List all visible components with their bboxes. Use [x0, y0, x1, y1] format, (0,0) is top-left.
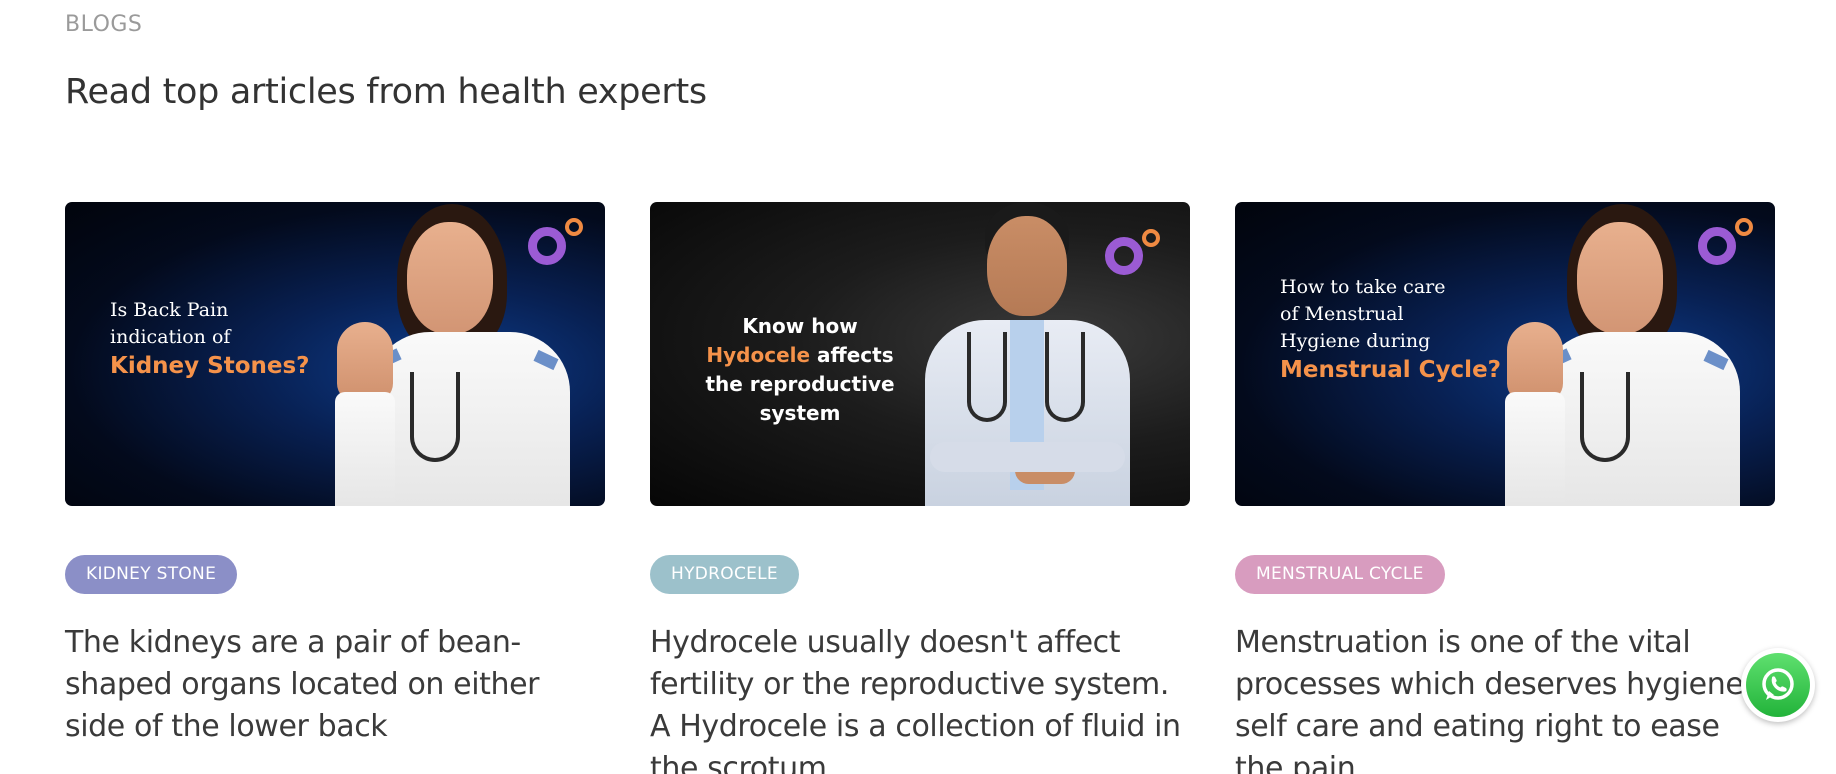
category-tag[interactable]: HYDROCELE	[650, 555, 799, 594]
image-caption-line: of Menstrual	[1280, 303, 1404, 325]
image-caption-line: Is Back Pain	[110, 299, 229, 321]
section-title: Read top articles from health experts	[65, 72, 707, 112]
category-tag[interactable]: MENSTRUAL CYCLE	[1235, 555, 1445, 594]
blog-card-image[interactable]: Know how Hydocele affects the reproducti…	[650, 202, 1190, 506]
blog-card-description[interactable]: Hydrocele usually doesn't affect fertili…	[650, 622, 1190, 774]
section-eyebrow: BLOGS	[65, 12, 143, 37]
image-caption-line: Hygiene during	[1280, 330, 1431, 352]
doctor-illustration	[315, 202, 605, 506]
doctor-illustration	[1485, 202, 1775, 506]
image-caption-highlight: Menstrual Cycle?	[1280, 357, 1502, 383]
whatsapp-icon	[1746, 653, 1810, 717]
image-caption-highlight: Kidney Stones?	[110, 353, 310, 379]
blog-card-description[interactable]: The kidneys are a pair of bean-shaped or…	[65, 622, 605, 748]
image-caption: Is Back Pain indication of Kidney Stones…	[110, 297, 310, 379]
doctor-illustration	[905, 202, 1145, 506]
blog-card-menstrual-cycle[interactable]: How to take care of Menstrual Hygiene du…	[1235, 202, 1775, 774]
blog-cards: Is Back Pain indication of Kidney Stones…	[65, 202, 1776, 774]
whatsapp-button[interactable]	[1741, 648, 1815, 722]
image-caption-line: the reproductive	[705, 372, 895, 396]
image-caption: Know how Hydocele affects the reproducti…	[700, 312, 900, 428]
image-caption-highlight: Hydocele	[706, 343, 811, 367]
image-caption-text: affects	[810, 343, 894, 367]
category-tag[interactable]: KIDNEY STONE	[65, 555, 238, 594]
image-caption-line: system	[759, 401, 841, 425]
blog-card-image[interactable]: How to take care of Menstrual Hygiene du…	[1235, 202, 1775, 506]
image-caption-line: How to take care	[1280, 276, 1446, 298]
image-caption: How to take care of Menstrual Hygiene du…	[1280, 274, 1501, 383]
blog-card-kidney-stone[interactable]: Is Back Pain indication of Kidney Stones…	[65, 202, 605, 748]
image-caption-line: Know how	[742, 314, 858, 338]
image-caption-line: Hydocele affects	[700, 341, 900, 370]
image-caption-line: indication of	[110, 326, 231, 348]
blog-card-description[interactable]: Menstruation is one of the vital process…	[1235, 622, 1775, 774]
blog-card-hydrocele[interactable]: Know how Hydocele affects the reproducti…	[650, 202, 1190, 774]
blog-card-image[interactable]: Is Back Pain indication of Kidney Stones…	[65, 202, 605, 506]
